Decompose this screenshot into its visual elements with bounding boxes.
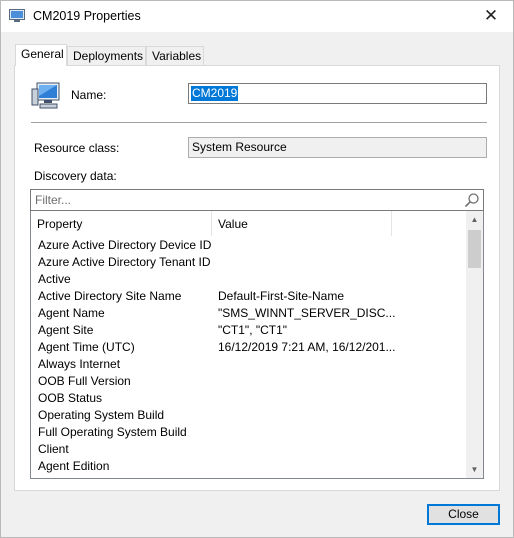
vertical-scrollbar[interactable]: ▲ ▼ — [466, 211, 483, 478]
table-row[interactable]: Agent Edition — [31, 458, 468, 475]
property-cell: Always Internet — [38, 357, 121, 371]
table-row[interactable]: Client — [31, 441, 468, 458]
properties-dialog: CM2019 Properties ✕ General Deployments … — [0, 0, 514, 538]
filter-placeholder: Filter... — [35, 193, 72, 207]
table-row[interactable]: Operating System Build — [31, 407, 468, 424]
search-icon[interactable] — [464, 192, 480, 208]
window-title: CM2019 Properties — [33, 9, 141, 23]
property-cell: Active — [38, 272, 71, 286]
table-row[interactable]: Active Directory Site Name Default-First-… — [31, 288, 468, 305]
value-cell: "SMS_WINNT_SERVER_DISC... — [218, 306, 396, 320]
property-cell: Agent Edition — [38, 459, 110, 473]
property-cell: Azure Active Directory Tenant ID — [38, 255, 211, 269]
computer-icon — [9, 9, 25, 22]
tab-variables[interactable]: Variables — [146, 46, 204, 65]
computer-icon — [31, 82, 60, 109]
name-field[interactable]: CM2019 — [188, 83, 487, 104]
column-header-filler — [392, 211, 468, 236]
tab-general[interactable]: General — [15, 44, 67, 66]
filter-input[interactable]: Filter... — [30, 189, 484, 211]
close-icon[interactable]: ✕ — [473, 3, 509, 29]
table-row[interactable]: Agent Time (UTC) 16/12/2019 7:21 AM, 16/1… — [31, 339, 468, 356]
table-row[interactable]: Azure Active Directory Device ID — [31, 237, 468, 254]
property-cell: Azure Active Directory Device ID — [38, 238, 212, 252]
resource-class-label: Resource class: — [34, 141, 120, 155]
value-cell: "CT1", "CT1" — [218, 323, 288, 337]
property-cell: Agent Name — [38, 306, 105, 320]
scroll-thumb[interactable] — [468, 230, 481, 268]
property-cell: Agent Site — [38, 323, 94, 337]
table-row[interactable]: Full Operating System Build — [31, 424, 468, 441]
value-cell: 16/12/2019 7:21 AM, 16/12/201... — [218, 340, 396, 354]
discovery-data-label: Discovery data: — [34, 169, 117, 183]
tab-deployments[interactable]: Deployments — [67, 46, 146, 65]
table-row[interactable]: Azure Active Directory Tenant ID — [31, 254, 468, 271]
value-cell: Default-First-Site-Name — [218, 289, 345, 303]
property-cell: Operating System Build — [38, 408, 165, 422]
property-cell: Client — [38, 442, 69, 456]
property-cell: Full Operating System Build — [38, 425, 187, 439]
column-header-property[interactable]: Property — [31, 211, 212, 236]
name-label: Name: — [71, 88, 107, 102]
separator — [31, 122, 487, 123]
name-value: CM2019 — [191, 86, 239, 101]
property-cell: Agent Time (UTC) — [38, 340, 135, 354]
property-cell: OOB Status — [38, 391, 103, 405]
table-row[interactable]: OOB Full Version — [31, 373, 468, 390]
column-header-value[interactable]: Value — [212, 211, 392, 236]
title-bar: CM2019 Properties ✕ — [1, 1, 513, 32]
property-cell: OOB Full Version — [38, 374, 131, 388]
property-cell: Active Directory Site Name — [38, 289, 182, 303]
table-row[interactable]: Agent Site "CT1", "CT1" — [31, 322, 468, 339]
table-row[interactable]: Always Internet — [31, 356, 468, 373]
list-header: Property Value — [31, 211, 468, 236]
discovery-data-list[interactable]: Property Value Azure Active Directory De… — [30, 211, 484, 479]
table-row[interactable]: OOB Status — [31, 390, 468, 407]
close-button[interactable]: Close — [427, 504, 500, 525]
table-row[interactable]: Active — [31, 271, 468, 288]
table-row[interactable]: Agent Name "SMS_WINNT_SERVER_DISC... — [31, 305, 468, 322]
scroll-up-icon[interactable]: ▲ — [466, 211, 483, 228]
resource-class-field: System Resource — [188, 137, 487, 158]
scroll-down-icon[interactable]: ▼ — [466, 461, 483, 478]
